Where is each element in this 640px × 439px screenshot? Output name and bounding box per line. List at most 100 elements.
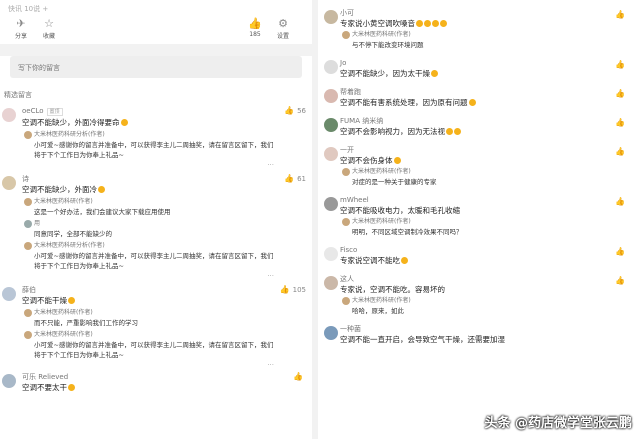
- share-button[interactable]: ✈ 分享: [6, 17, 36, 41]
- comment-text: 空调不能有害系统处理，因为原有问题: [340, 98, 468, 107]
- author-reply: 大米林医药科研(作者) 小可爱~感谢你的留言并准备中，可以获得李主儿二周抽奖，请…: [22, 330, 274, 360]
- avatar: [24, 242, 32, 250]
- avatar: [324, 118, 338, 132]
- share-icon: ✈: [16, 17, 26, 30]
- like-button[interactable]: 👍 61: [284, 174, 306, 183]
- comment-item: 一开 空调不会伤身体 👍 大米林医药科研(作者) 对症的是一种关于健康的专家: [318, 145, 640, 187]
- reply-username: 大米林医药科研(作者): [352, 168, 411, 175]
- left-panel: 快讯 10说 + ✈ 分享 ☆ 收藏 👍 185 ⚙ 设置 写下你的留言 精选留…: [0, 0, 312, 439]
- like-button[interactable]: 👍 105: [280, 285, 306, 294]
- avatar: [324, 197, 338, 211]
- author-reply: 大米林医药科研(作者) 而不只能，严重影响我们工作的学习: [22, 308, 274, 328]
- like-button[interactable]: 👍: [615, 10, 628, 19]
- star-icon: ☆: [44, 17, 54, 30]
- comment-text: 空调不能缺少，外面冷得要命: [22, 118, 120, 127]
- like-button[interactable]: 👍: [615, 147, 628, 156]
- avatar: [24, 309, 32, 317]
- avatar: [324, 10, 338, 24]
- like-count: 105: [292, 286, 306, 294]
- author-reply: 大米林医药科研(作者) 这是一个好办法，我们会建议大家下载应用使用: [22, 197, 274, 217]
- thumbs-up-icon: 👍: [615, 276, 625, 285]
- like-button[interactable]: 👍: [293, 372, 306, 381]
- emoji-icon: [68, 297, 75, 304]
- reply-username: 用: [34, 220, 41, 227]
- author-reply: 大米林医药科研分析(作者) 小可爱~感谢你的留言并准备中，可以获得李主儿二周抽奖…: [22, 241, 274, 271]
- comment-username: 帮着跑: [340, 88, 361, 96]
- author-reply: 大米林医药科研(作者) 对症的是一种关于健康的专家: [340, 167, 610, 187]
- comment-text: 专家说空调不能吃: [340, 256, 400, 265]
- more-icon[interactable]: ···: [22, 360, 274, 370]
- emoji-icon: [393, 157, 401, 164]
- like-article-button[interactable]: 👍 185: [240, 18, 270, 39]
- reply-username: 大米林医药科研(作者): [352, 31, 411, 38]
- avatar: [324, 276, 338, 290]
- avatar: [342, 168, 350, 176]
- avatar: [324, 247, 338, 261]
- reply-username: 大米林医药科研分析(作者): [34, 242, 105, 249]
- comment-item: 帮着跑 空调不能有害系统处理，因为原有问题 👍: [318, 87, 640, 108]
- thumbs-up-icon: 👍: [615, 147, 625, 156]
- pinned-badge: 置顶: [46, 108, 63, 116]
- comment-text: 空调不要太干: [22, 383, 67, 392]
- gear-icon: ⚙: [278, 17, 288, 30]
- emoji-icon: [431, 70, 438, 77]
- avatar: [324, 326, 338, 340]
- avatar: [342, 218, 350, 226]
- thumbs-up-icon: 👍: [615, 247, 625, 256]
- divider: [0, 44, 312, 56]
- comment-username: 可乐 Relieved: [22, 373, 69, 381]
- like-button[interactable]: 👍: [615, 247, 628, 256]
- like-button[interactable]: 👍: [615, 89, 628, 98]
- like-count: 61: [297, 175, 306, 183]
- like-button[interactable]: 👍: [615, 118, 628, 127]
- comment-input[interactable]: 写下你的留言: [10, 56, 302, 78]
- avatar: [2, 176, 16, 190]
- avatar: [324, 89, 338, 103]
- comment-username: 一种菌: [340, 325, 361, 333]
- reply-username: 大米林医药科研(作者): [34, 309, 93, 316]
- avatar: [24, 220, 32, 228]
- right-panel: 小可 专家说小黄空调吹嗓音 👍 大米林医药科研(作者) 与不停下能改变环境问题 …: [318, 0, 640, 439]
- reply-text: 同意同学，全部不能缺少的: [34, 230, 112, 238]
- article-toolbar: 快讯 10说 + ✈ 分享 ☆ 收藏 👍 185 ⚙ 设置: [0, 0, 312, 44]
- reply-username: 大米林医药科研(作者): [34, 331, 93, 338]
- emoji-icon: [120, 119, 128, 126]
- thumbs-up-icon: 👍: [615, 89, 625, 98]
- like-button[interactable]: 👍: [615, 60, 628, 69]
- comment-item: oeCLo 置顶 空调不能缺少，外面冷得要命 👍 56 大米林医药科研分析(作者) …: [0, 106, 312, 170]
- comment-username: Fisco: [340, 246, 358, 254]
- comment-username: 小可: [340, 9, 354, 17]
- avatar: [24, 198, 32, 206]
- favorite-button[interactable]: ☆ 收藏: [34, 17, 64, 41]
- avatar: [342, 297, 350, 305]
- comment-username: 这人: [340, 275, 354, 283]
- comment-text: 专家说小黄空调吹嗓音: [340, 19, 415, 28]
- like-count: 56: [297, 107, 306, 115]
- avatar: [24, 331, 32, 339]
- thumbs-up-icon: 👍: [615, 10, 625, 19]
- comment-item: 一种菌 空调不能一直开启，会导致空气干燥，还需要加湿: [318, 324, 640, 345]
- comment-item: FUMA 纳米纳 空调不会影响视力，因为无法视 👍: [318, 116, 640, 137]
- thumbs-up-icon: 👍: [284, 174, 295, 183]
- avatar: [324, 147, 338, 161]
- comment-item: 可乐 Relieved 空调不要太干 👍: [0, 372, 312, 393]
- emoji-icon: [401, 257, 408, 264]
- thumbs-up-icon: 👍: [293, 372, 303, 381]
- avatar: [324, 60, 338, 74]
- more-icon[interactable]: ···: [22, 271, 274, 281]
- comment-username: mWheel: [340, 196, 369, 204]
- comment-text: 空调不会影响视力，因为无法视: [340, 127, 445, 136]
- author-reply: 大米林医药科研(作者) 哈哈，原来，如此: [340, 296, 610, 316]
- comment-text: 空调不能一直开启，会导致空气干燥，还需要加湿: [340, 335, 505, 344]
- author-reply: 大米林医药科研分析(作者) 小可爱~感谢你的留言并准备中，可以获得李主儿二周抽奖…: [22, 130, 274, 160]
- more-icon[interactable]: ···: [22, 160, 274, 170]
- top-faded-text: 快讯 10说 +: [8, 5, 49, 13]
- reply-username: 大米林医药科研(作者): [352, 297, 411, 304]
- comment-username: 诗: [22, 175, 29, 183]
- comment-text: 空调不会伤身体: [340, 156, 393, 165]
- like-button[interactable]: 👍: [615, 276, 628, 285]
- like-button[interactable]: 👍 56: [284, 106, 306, 115]
- settings-button[interactable]: ⚙ 设置: [268, 17, 298, 41]
- reply-text: 这是一个好办法，我们会建议大家下载应用使用: [34, 208, 171, 216]
- like-button[interactable]: 👍: [615, 197, 628, 206]
